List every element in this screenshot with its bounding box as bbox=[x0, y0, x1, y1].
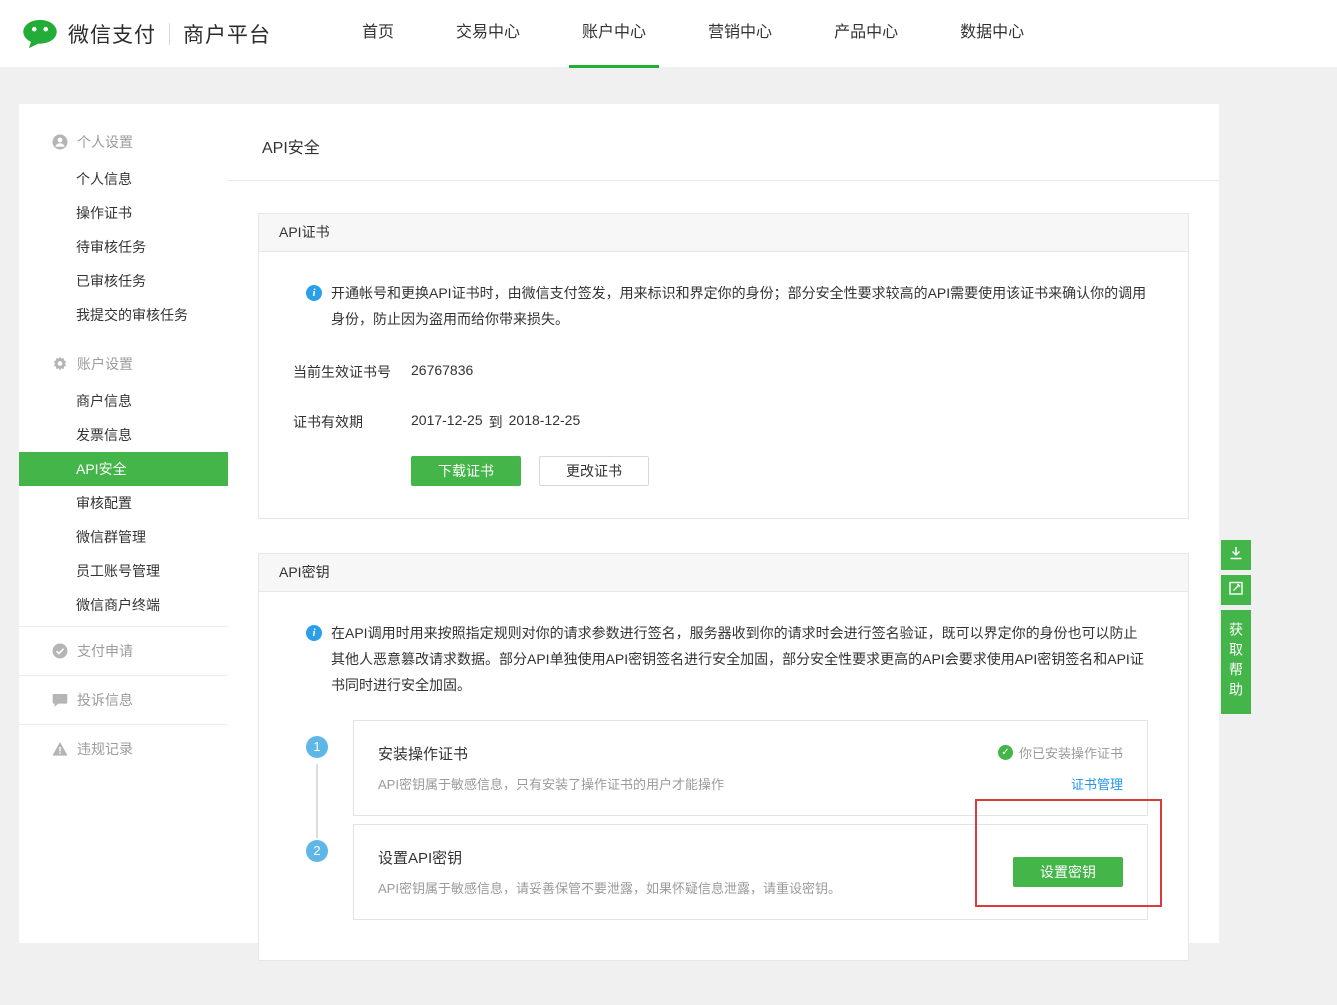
sidebar-item-operation-certificate[interactable]: 操作证书 bbox=[19, 196, 228, 230]
sidebar-divider bbox=[19, 626, 228, 627]
certificate-validity-row: 证书有效期 2017-12-25 到 2018-12-25 bbox=[293, 412, 1148, 432]
change-certificate-button[interactable]: 更改证书 bbox=[539, 456, 649, 486]
certificate-validity-label: 证书有效期 bbox=[293, 412, 411, 432]
sidebar-group-complaint-info[interactable]: 投诉信息 bbox=[19, 680, 228, 720]
step-2-indicator: 2 bbox=[306, 824, 353, 920]
check-icon: ✓ bbox=[998, 745, 1013, 760]
sidebar-item-api-security[interactable]: API安全 bbox=[19, 452, 228, 486]
brand[interactable]: 微信支付 商户平台 bbox=[22, 19, 271, 49]
step-2-number-badge: 2 bbox=[306, 840, 328, 862]
sidebar-group-personal-settings[interactable]: 个人设置 bbox=[19, 122, 228, 162]
certificate-management-link[interactable]: 证书管理 bbox=[1071, 774, 1123, 793]
sidebar-group-label: 支付申请 bbox=[77, 641, 133, 661]
certificate-validity-joiner: 到 bbox=[489, 412, 503, 432]
nav-item-transaction-center[interactable]: 交易中心 bbox=[443, 0, 533, 68]
brand-platform: 商户平台 bbox=[183, 19, 271, 49]
step-1-status-area: ✓ 你已安装操作证书 证书管理 bbox=[998, 743, 1123, 793]
step-install-certificate: 1 安装操作证书 API密钥属于敏感信息，只有安装了操作证书的用户才能操作 ✓ bbox=[306, 720, 1148, 816]
nav-item-product-center[interactable]: 产品中心 bbox=[821, 0, 911, 68]
feedback-tool-button[interactable] bbox=[1221, 575, 1251, 605]
nav-item-marketing-center[interactable]: 营销中心 bbox=[695, 0, 785, 68]
sidebar-item-wechat-group-management[interactable]: 微信群管理 bbox=[19, 520, 228, 554]
sidebar-group-violation-record[interactable]: 违规记录 bbox=[19, 729, 228, 769]
api-certificate-card: API证书 i 开通帐号和更换API证书时，由微信支付签发，用来标识和界定你的身… bbox=[258, 213, 1189, 519]
main-panel: API安全 API证书 i 开通帐号和更换API证书时，由微信支付签发，用来标识… bbox=[228, 104, 1219, 943]
sidebar-item-employee-account-management[interactable]: 员工账号管理 bbox=[19, 554, 228, 588]
step-2-action-area: 设置密钥 bbox=[1013, 847, 1123, 897]
api-key-info-text: 在API调用时用来按照指定规则对你的请求参数进行签名，服务器收到你的请求时会进行… bbox=[331, 620, 1148, 698]
current-certificate-label: 当前生效证书号 bbox=[293, 362, 411, 382]
step-2-box: 设置API密钥 API密钥属于敏感信息，请妥善保管不要泄露，如果怀疑信息泄露，请… bbox=[353, 824, 1148, 920]
api-key-card-title: API密钥 bbox=[259, 554, 1188, 592]
sidebar-item-pending-review-tasks[interactable]: 待审核任务 bbox=[19, 230, 228, 264]
info-icon: i bbox=[306, 625, 322, 641]
main-nav: 首页 交易中心 账户中心 营销中心 产品中心 数据中心 bbox=[331, 0, 1055, 68]
step-1-description: API密钥属于敏感信息，只有安装了操作证书的用户才能操作 bbox=[378, 774, 724, 793]
nav-item-home[interactable]: 首页 bbox=[349, 0, 407, 68]
step-set-api-key: 2 设置API密钥 API密钥属于敏感信息，请妥善保管不要泄露，如果怀疑信息泄露… bbox=[306, 824, 1148, 920]
step-1-status-row: ✓ 你已安装操作证书 bbox=[998, 743, 1123, 762]
set-api-key-button[interactable]: 设置密钥 bbox=[1013, 857, 1123, 887]
api-key-card-body: i 在API调用时用来按照指定规则对你的请求参数进行签名，服务器收到你的请求时会… bbox=[259, 592, 1188, 960]
sidebar-item-invoice-info[interactable]: 发票信息 bbox=[19, 418, 228, 452]
sidebar-item-my-submitted-review-tasks[interactable]: 我提交的审核任务 bbox=[19, 298, 228, 332]
step-1-status-text: 你已安装操作证书 bbox=[1019, 743, 1123, 762]
edit-icon bbox=[1228, 580, 1244, 601]
sidebar-spacer bbox=[19, 332, 228, 344]
sidebar-group-label: 个人设置 bbox=[77, 132, 133, 152]
info-icon: i bbox=[306, 285, 322, 301]
sidebar-item-personal-info[interactable]: 个人信息 bbox=[19, 162, 228, 196]
current-certificate-value: 26767836 bbox=[411, 362, 473, 382]
certificate-info-text: 开通帐号和更换API证书时，由微信支付签发，用来标识和界定你的身份；部分安全性要… bbox=[331, 280, 1148, 332]
api-certificate-card-title: API证书 bbox=[259, 214, 1188, 252]
certificate-info-row: i 开通帐号和更换API证书时，由微信支付签发，用来标识和界定你的身份；部分安全… bbox=[306, 280, 1148, 332]
step-1-box: 安装操作证书 API密钥属于敏感信息，只有安装了操作证书的用户才能操作 ✓ 你已… bbox=[353, 720, 1148, 816]
download-icon bbox=[1228, 545, 1244, 566]
top-header: 微信支付 商户平台 首页 交易中心 账户中心 营销中心 产品中心 数据中心 bbox=[0, 0, 1337, 68]
certificate-buttons-row: 下载证书 更改证书 bbox=[411, 456, 1148, 486]
sidebar-divider bbox=[19, 675, 228, 676]
payment-icon bbox=[52, 643, 68, 659]
certificate-validity-end: 2018-12-25 bbox=[509, 412, 581, 432]
sidebar-item-review-config[interactable]: 审核配置 bbox=[19, 486, 228, 520]
gear-icon bbox=[52, 356, 68, 372]
download-tool-button[interactable] bbox=[1221, 540, 1251, 570]
nav-item-account-center[interactable]: 账户中心 bbox=[569, 0, 659, 68]
page-title: API安全 bbox=[228, 104, 1219, 181]
sidebar-divider bbox=[19, 724, 228, 725]
sidebar-group-payment-application[interactable]: 支付申请 bbox=[19, 631, 228, 671]
floating-toolbar: 获取帮助 bbox=[1221, 540, 1251, 714]
nav-item-data-center[interactable]: 数据中心 bbox=[947, 0, 1037, 68]
certificate-validity-start: 2017-12-25 bbox=[411, 412, 483, 432]
api-key-card: API密钥 i 在API调用时用来按照指定规则对你的请求参数进行签名，服务器收到… bbox=[258, 553, 1189, 961]
user-icon bbox=[52, 134, 68, 150]
sidebar-item-merchant-info[interactable]: 商户信息 bbox=[19, 384, 228, 418]
get-help-button[interactable]: 获取帮助 bbox=[1221, 610, 1251, 714]
download-certificate-button[interactable]: 下载证书 bbox=[411, 456, 521, 486]
step-2-text: 设置API密钥 API密钥属于敏感信息，请妥善保管不要泄露，如果怀疑信息泄露，请… bbox=[378, 847, 841, 897]
step-1-indicator: 1 bbox=[306, 720, 353, 816]
step-2-description: API密钥属于敏感信息，请妥善保管不要泄露，如果怀疑信息泄露，请重设密钥。 bbox=[378, 878, 841, 897]
sidebar: 个人设置 个人信息 操作证书 待审核任务 已审核任务 我提交的审核任务 账户设置… bbox=[19, 104, 228, 943]
sidebar-group-account-settings[interactable]: 账户设置 bbox=[19, 344, 228, 384]
complaint-icon bbox=[52, 692, 68, 708]
sidebar-group-label: 违规记录 bbox=[77, 739, 133, 759]
brand-name: 微信支付 bbox=[68, 19, 156, 49]
api-key-steps: 1 安装操作证书 API密钥属于敏感信息，只有安装了操作证书的用户才能操作 ✓ bbox=[306, 720, 1148, 920]
content-area: API证书 i 开通帐号和更换API证书时，由微信支付签发，用来标识和界定你的身… bbox=[228, 181, 1219, 1005]
current-certificate-row: 当前生效证书号 26767836 bbox=[293, 362, 1148, 382]
api-certificate-card-body: i 开通帐号和更换API证书时，由微信支付签发，用来标识和界定你的身份；部分安全… bbox=[259, 252, 1188, 518]
wechat-pay-logo-icon bbox=[22, 19, 58, 49]
sidebar-item-wechat-merchant-terminal[interactable]: 微信商户终端 bbox=[19, 588, 228, 622]
sidebar-group-label: 投诉信息 bbox=[77, 690, 133, 710]
brand-divider bbox=[169, 23, 170, 45]
step-2-title: 设置API密钥 bbox=[378, 847, 841, 868]
sidebar-group-label: 账户设置 bbox=[77, 354, 133, 374]
step-1-number-badge: 1 bbox=[306, 736, 328, 758]
step-1-title: 安装操作证书 bbox=[378, 743, 724, 764]
step-1-text: 安装操作证书 API密钥属于敏感信息，只有安装了操作证书的用户才能操作 bbox=[378, 743, 724, 793]
api-key-info-row: i 在API调用时用来按照指定规则对你的请求参数进行签名，服务器收到你的请求时会… bbox=[306, 620, 1148, 698]
warning-icon bbox=[52, 741, 68, 757]
sidebar-item-reviewed-tasks[interactable]: 已审核任务 bbox=[19, 264, 228, 298]
